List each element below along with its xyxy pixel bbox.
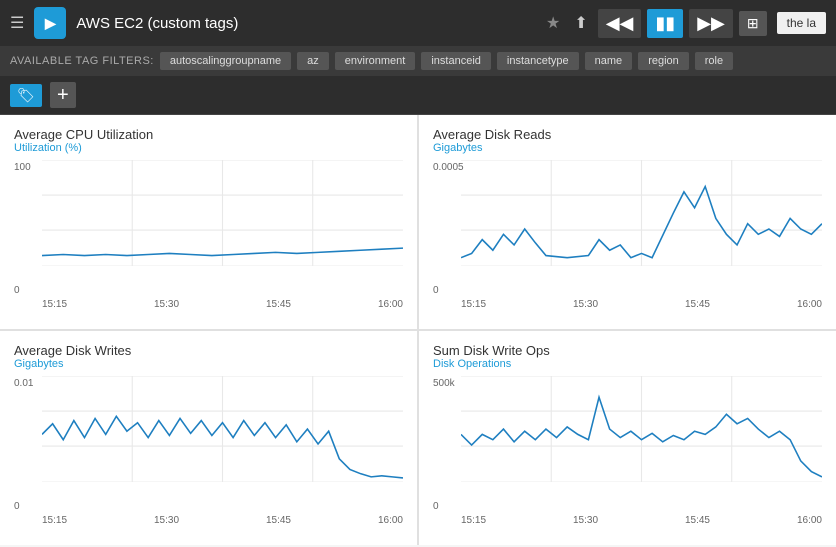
- chart-area-disk-writes: 0.01 0 15:15 15:30 15:45 16:00: [14, 376, 403, 526]
- pause-button[interactable]: ▮▮: [647, 9, 683, 38]
- grid-view-button[interactable]: ⊞: [739, 11, 767, 36]
- chart-area-disk-reads: 0.0005 0 15:15 15:30 15:45 16:00: [433, 160, 822, 310]
- tag-pill-environment[interactable]: environment: [335, 52, 416, 70]
- chart-svg-disk-reads: [461, 160, 822, 266]
- chart-svg-disk-writes: [42, 376, 403, 482]
- chart-svg-cpu: [42, 160, 403, 266]
- tag-pill-instanceid[interactable]: instanceid: [421, 52, 491, 70]
- tab-label: the la: [777, 12, 826, 34]
- skip-back-button[interactable]: ◀◀: [598, 9, 642, 38]
- x-label: 15:30: [573, 299, 598, 310]
- tag-pill-instancetype[interactable]: instancetype: [497, 52, 579, 70]
- app-logo: ▶: [34, 7, 66, 39]
- chart-title-disk-write-ops: Sum Disk Write Ops: [433, 343, 822, 358]
- x-label: 16:00: [378, 299, 403, 310]
- tag-pill-region[interactable]: region: [638, 52, 689, 70]
- x-labels-cpu: 15:15 15:30 15:45 16:00: [42, 299, 403, 310]
- chart-subtitle-disk-write-ops: Disk Operations: [433, 358, 822, 370]
- x-label: 16:00: [797, 299, 822, 310]
- y-bottom-disk-write-ops: 0: [433, 501, 439, 512]
- star-icon[interactable]: ★: [546, 13, 560, 33]
- x-label: 15:15: [461, 299, 486, 310]
- y-bottom-disk-reads: 0: [433, 285, 439, 296]
- tag-pill-role[interactable]: role: [695, 52, 733, 70]
- chart-svg-disk-write-ops: [461, 376, 822, 482]
- tag-pill-autoscaling[interactable]: autoscalinggroupname: [160, 52, 291, 70]
- x-label: 15:45: [266, 515, 291, 526]
- x-label: 16:00: [797, 515, 822, 526]
- x-labels-disk-write-ops: 15:15 15:30 15:45 16:00: [461, 515, 822, 526]
- tag-action-bar: 🏷 +: [0, 76, 836, 115]
- chart-area-disk-write-ops: 500k 0 15:15 15:30 15:45 16:00: [433, 376, 822, 526]
- x-labels-disk-reads: 15:15 15:30 15:45 16:00: [461, 299, 822, 310]
- chart-panel-disk-writes: Average Disk Writes Gigabytes 0.01 0 15:…: [0, 331, 417, 545]
- playback-controls: ◀◀ ▮▮ ▶▶ ⊞: [598, 9, 767, 38]
- chart-title-cpu: Average CPU Utilization: [14, 127, 403, 142]
- chart-subtitle-disk-reads: Gigabytes: [433, 142, 822, 154]
- x-label: 16:00: [378, 515, 403, 526]
- share-icon[interactable]: ⬆: [574, 13, 587, 33]
- y-bottom-disk-writes: 0: [14, 501, 20, 512]
- tag-filters-label: AVAILABLE TAG FILTERS:: [10, 55, 154, 67]
- y-top-disk-reads: 0.0005: [433, 162, 464, 173]
- page-title: AWS EC2 (custom tags): [76, 15, 536, 32]
- chart-subtitle-cpu: Utilization (%): [14, 142, 403, 154]
- chart-panel-disk-reads: Average Disk Reads Gigabytes 0.0005 0 15…: [419, 115, 836, 329]
- header: ☰ ▶ AWS EC2 (custom tags) ★ ⬆ ◀◀ ▮▮ ▶▶ ⊞…: [0, 0, 836, 46]
- chart-panel-cpu: Average CPU Utilization Utilization (%) …: [0, 115, 417, 329]
- skip-forward-button[interactable]: ▶▶: [689, 9, 733, 38]
- tag-icon-button[interactable]: 🏷: [10, 84, 42, 107]
- chart-area-cpu: 100 0 15:15 15:30 15:45 16:00: [14, 160, 403, 310]
- tag-filters-bar: AVAILABLE TAG FILTERS: autoscalinggroupn…: [0, 46, 836, 76]
- chart-title-disk-writes: Average Disk Writes: [14, 343, 403, 358]
- x-label: 15:30: [154, 515, 179, 526]
- x-label: 15:15: [461, 515, 486, 526]
- x-label: 15:15: [42, 515, 67, 526]
- y-top-disk-writes: 0.01: [14, 378, 33, 389]
- charts-grid: Average CPU Utilization Utilization (%) …: [0, 115, 836, 545]
- x-label: 15:45: [685, 299, 710, 310]
- x-label: 15:15: [42, 299, 67, 310]
- chart-panel-disk-write-ops: Sum Disk Write Ops Disk Operations 500k …: [419, 331, 836, 545]
- tag-pill-az[interactable]: az: [297, 52, 329, 70]
- menu-icon[interactable]: ☰: [10, 13, 24, 33]
- chart-subtitle-disk-writes: Gigabytes: [14, 358, 403, 370]
- x-label: 15:30: [573, 515, 598, 526]
- x-labels-disk-writes: 15:15 15:30 15:45 16:00: [42, 515, 403, 526]
- add-filter-button[interactable]: +: [50, 82, 76, 108]
- chart-title-disk-reads: Average Disk Reads: [433, 127, 822, 142]
- x-label: 15:45: [685, 515, 710, 526]
- x-label: 15:30: [154, 299, 179, 310]
- x-label: 15:45: [266, 299, 291, 310]
- y-top-cpu: 100: [14, 162, 31, 173]
- tag-pill-name[interactable]: name: [585, 52, 633, 70]
- y-bottom-cpu: 0: [14, 285, 20, 296]
- y-top-disk-write-ops: 500k: [433, 378, 455, 389]
